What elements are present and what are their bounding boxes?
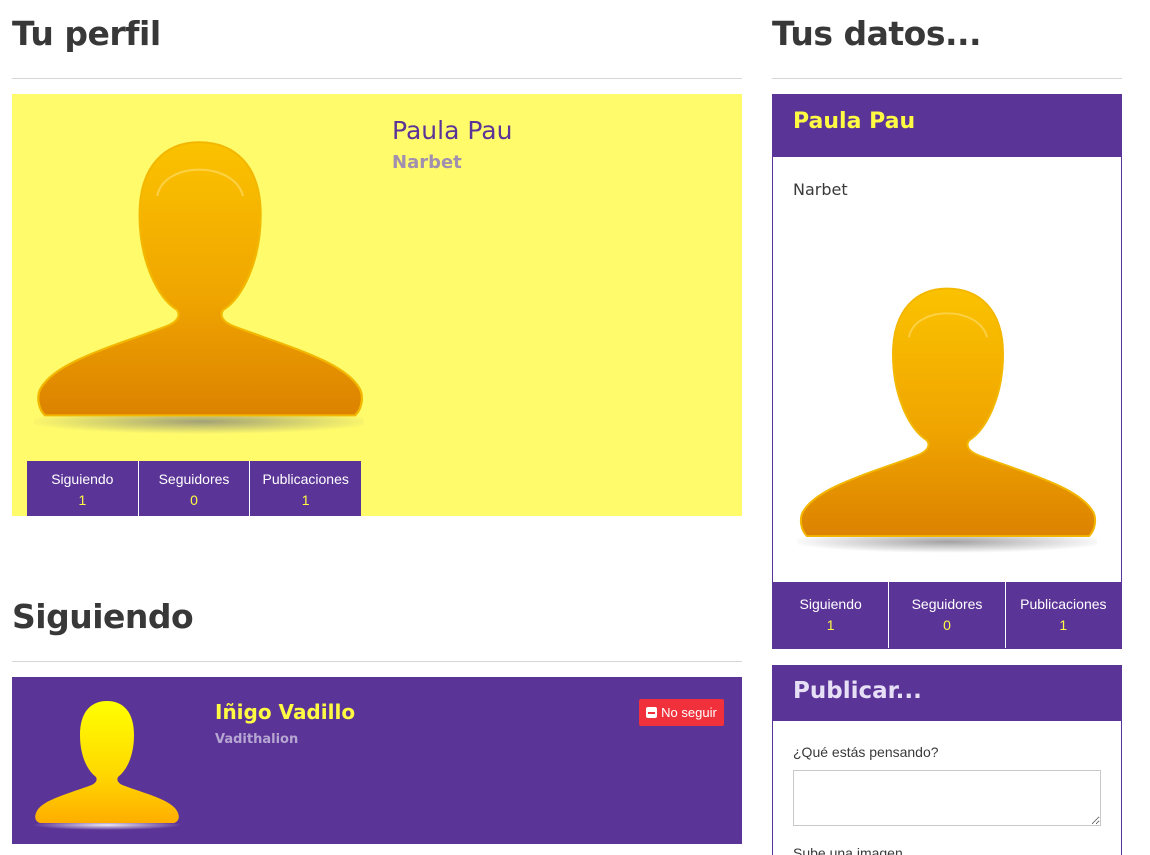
user-avatar-icon: [797, 281, 1097, 553]
stat-value: 1: [301, 492, 310, 508]
stat-following[interactable]: Siguiendo 1: [27, 461, 139, 516]
data-section-title: Tus datos...: [772, 14, 982, 53]
upload-image-label: Sube una imagen: [793, 845, 903, 855]
publish-text-label: ¿Qué estás pensando?: [793, 744, 939, 760]
following-divider: [12, 661, 742, 662]
following-section-title: Siguiendo: [12, 597, 194, 636]
data-divider: [772, 78, 1122, 79]
profile-divider: [12, 78, 742, 79]
publish-title: Publicar...: [793, 678, 922, 704]
following-user-card: Iñigo Vadillo Vadithalion No seguir: [12, 677, 742, 844]
unfollow-button[interactable]: No seguir: [639, 699, 724, 726]
stat-value: 0: [190, 492, 198, 508]
publish-textarea[interactable]: [793, 770, 1101, 826]
stat-value: 1: [826, 617, 835, 633]
user-data-panel: Paula Pau Narbet Siguiendo 1 Seguidores …: [772, 94, 1122, 649]
minus-square-icon: [646, 707, 658, 718]
stat-publications[interactable]: Publicaciones 1: [1006, 582, 1121, 648]
stat-value: 1: [1059, 617, 1068, 633]
profile-nick: Narbet: [392, 152, 462, 173]
unfollow-label: No seguir: [661, 705, 717, 720]
stat-value: 0: [943, 617, 951, 633]
stat-label: Siguiendo: [799, 596, 862, 612]
stat-label: Publicaciones: [1020, 596, 1107, 612]
following-user-name[interactable]: Iñigo Vadillo: [215, 700, 355, 724]
stat-following[interactable]: Siguiendo 1: [773, 582, 890, 648]
stat-label: Siguiendo: [51, 471, 114, 487]
data-panel-header: Paula Pau: [773, 95, 1121, 157]
publish-panel: Publicar... ¿Qué estás pensando? Sube un…: [772, 665, 1122, 855]
following-user-nick: Vadithalion: [215, 732, 299, 747]
stat-followers[interactable]: Seguidores 0: [889, 582, 1006, 648]
profile-name: Paula Pau: [392, 116, 513, 145]
user-avatar-icon[interactable]: [32, 697, 182, 832]
data-panel-stats: Siguiendo 1 Seguidores 0 Publicaciones 1: [773, 582, 1121, 648]
stat-label: Publicaciones: [262, 471, 349, 487]
profile-section-title: Tu perfil: [12, 14, 161, 53]
data-panel-nick: Narbet: [793, 180, 848, 199]
profile-card: Paula Pau Narbet Siguiendo 1 Seguidores …: [12, 94, 742, 516]
data-panel-name[interactable]: Paula Pau: [793, 109, 915, 134]
stat-label: Seguidores: [158, 471, 230, 487]
user-avatar-icon: [34, 134, 364, 434]
stat-label: Seguidores: [911, 596, 983, 612]
stat-followers[interactable]: Seguidores 0: [139, 461, 251, 516]
profile-stats: Siguiendo 1 Seguidores 0 Publicaciones 1: [27, 461, 361, 516]
stat-publications[interactable]: Publicaciones 1: [250, 461, 361, 516]
publish-panel-header: Publicar...: [773, 666, 1121, 721]
stat-value: 1: [78, 492, 87, 508]
